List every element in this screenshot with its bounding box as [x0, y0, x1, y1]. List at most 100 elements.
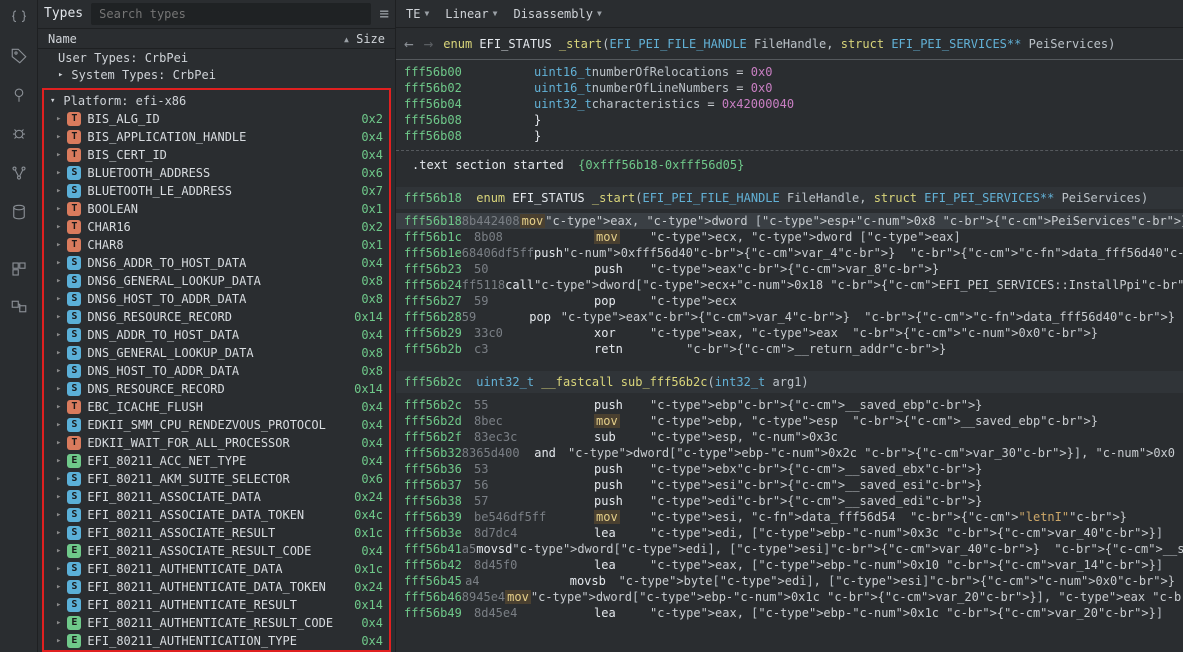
column-header[interactable]: Name ▴ Size — [38, 29, 395, 50]
kind-badge: T — [67, 202, 81, 216]
asm-line[interactable]: fff56b24ff5118call"c-type">dword ["c-typ… — [396, 277, 1183, 293]
kind-badge: S — [67, 562, 81, 576]
asm-line[interactable]: fff56b3653push"c-type">ebx "c-br">{"c-cm… — [396, 461, 1183, 477]
type-row[interactable]: ▸SDNS6_HOST_TO_ADDR_DATA0x8 — [44, 290, 389, 308]
type-row[interactable]: ▸TCHAR160x2 — [44, 218, 389, 236]
type-row[interactable]: ▸SBLUETOOTH_ADDRESS0x6 — [44, 164, 389, 182]
type-row[interactable]: ▸TBIS_APPLICATION_HANDLE0x4 — [44, 128, 389, 146]
kind-badge: S — [67, 310, 81, 324]
system-types-node[interactable]: ▸System Types: CrbPei — [38, 67, 395, 84]
col-name[interactable]: Name — [48, 32, 343, 46]
code-view[interactable]: fff56b00uint16_t numberOfRelocations = 0… — [396, 60, 1183, 621]
col-size[interactable]: Size — [356, 32, 385, 46]
asm-line[interactable]: fff56b428d45f0lea"c-type">eax, ["c-type"… — [396, 557, 1183, 573]
asm-line[interactable]: fff56b2bc3retn "c-br">{"c-cm">__return_a… — [396, 341, 1183, 357]
platform-node[interactable]: ▾Platform: efi-x86 — [44, 92, 389, 110]
blocks-icon[interactable] — [10, 299, 28, 320]
graph-icon[interactable] — [10, 164, 28, 185]
type-row[interactable]: ▸SEFI_80211_ASSOCIATE_DATA_TOKEN0x4c — [44, 506, 389, 524]
braces-icon[interactable] — [10, 8, 28, 29]
type-row[interactable]: ▸SEDKII_SMM_CPU_RENDEZVOUS_PROTOCOL0x4 — [44, 416, 389, 434]
menu-icon[interactable]: ≡ — [379, 4, 389, 23]
type-row[interactable]: ▸SEFI_80211_ASSOCIATE_RESULT0x1c — [44, 524, 389, 542]
type-row[interactable]: ▸TBIS_CERT_ID0x4 — [44, 146, 389, 164]
kind-badge: S — [67, 526, 81, 540]
asm-line[interactable]: fff56b2759pop"c-type">ecx — [396, 293, 1183, 309]
asm-line[interactable]: fff56b3e8d7dc4lea"c-type">edi, ["c-type"… — [396, 525, 1183, 541]
stack-icon[interactable] — [10, 260, 28, 281]
type-row[interactable]: ▸SEFI_80211_AKM_SUITE_SELECTOR0x6 — [44, 470, 389, 488]
asm-line[interactable]: fff56b3857push"c-type">edi "c-br">{"c-cm… — [396, 493, 1183, 509]
asm-line[interactable]: fff56b41a5movsd"c-type">dword ["c-type">… — [396, 541, 1183, 557]
asm-line[interactable]: fff56b39be546df5ffmov"c-type">esi, "c-fn… — [396, 509, 1183, 525]
asm-line[interactable]: fff56b498d45e4lea"c-type">eax, ["c-type"… — [396, 605, 1183, 621]
type-row[interactable]: ▸SDNS6_GENERAL_LOOKUP_DATA0x8 — [44, 272, 389, 290]
asm-line[interactable]: fff56b2933c0xor"c-type">eax, "c-type">ea… — [396, 325, 1183, 341]
kind-badge: T — [67, 238, 81, 252]
kind-badge: E — [67, 616, 81, 630]
repr-selector[interactable]: Disassembly▼ — [513, 7, 601, 21]
code-line[interactable]: fff56b02uint16_t numberOfLineNumbers = 0… — [396, 80, 1183, 96]
asm-line[interactable]: fff56b2859pop"c-type">eax "c-br">{"c-cm"… — [396, 309, 1183, 325]
kind-badge: T — [67, 400, 81, 414]
asm-line[interactable]: fff56b468945e4mov"c-type">dword ["c-type… — [396, 589, 1183, 605]
kind-badge: S — [67, 598, 81, 612]
type-row[interactable]: ▸EEFI_80211_ACC_NET_TYPE0x4 — [44, 452, 389, 470]
type-row[interactable]: ▸SEFI_80211_AUTHENTICATE_DATA_TOKEN0x24 — [44, 578, 389, 596]
nav-back-icon[interactable]: ← — [404, 34, 414, 53]
bug-icon[interactable] — [10, 125, 28, 146]
code-line[interactable]: fff56b08} — [396, 112, 1183, 128]
type-row[interactable]: ▸SEFI_80211_ASSOCIATE_DATA0x24 — [44, 488, 389, 506]
type-row[interactable]: ▸SDNS_ADDR_TO_HOST_DATA0x4 — [44, 326, 389, 344]
type-row[interactable]: ▸SEFI_80211_AUTHENTICATE_DATA0x1c — [44, 560, 389, 578]
type-row[interactable]: ▸SDNS6_RESOURCE_RECORD0x14 — [44, 308, 389, 326]
tag-icon[interactable] — [10, 47, 28, 68]
function-header: fff56b18 enum EFI_STATUS _start(EFI_PEI_… — [396, 187, 1183, 209]
sort-caret-icon: ▴ — [343, 32, 350, 46]
asm-line[interactable]: fff56b2350push"c-type">eax "c-br">{"c-cm… — [396, 261, 1183, 277]
type-row[interactable]: ▸SDNS_RESOURCE_RECORD0x14 — [44, 380, 389, 398]
asm-line[interactable]: fff56b3756push"c-type">esi "c-br">{"c-cm… — [396, 477, 1183, 493]
kind-badge: T — [67, 220, 81, 234]
kind-badge: S — [67, 184, 81, 198]
user-types-node[interactable]: User Types: CrbPei — [38, 49, 395, 66]
platform-group-highlight: ▾Platform: efi-x86 ▸TBIS_ALG_ID0x2▸TBIS_… — [42, 88, 391, 652]
asm-line[interactable]: fff56b2f83ec3csub"c-type">esp, "c-num">0… — [396, 429, 1183, 445]
kind-badge: E — [67, 454, 81, 468]
code-line[interactable]: fff56b04uint32_t characteristics = 0x420… — [396, 96, 1183, 112]
type-row[interactable]: ▸TBOOLEAN0x1 — [44, 200, 389, 218]
asm-line[interactable]: fff56b2c55push"c-type">ebp "c-br">{"c-cm… — [396, 397, 1183, 413]
disassembly-panel: TE▼ Linear▼ Disassembly▼ ← → enum EFI_ST… — [396, 0, 1183, 652]
type-row[interactable]: ▸EEFI_80211_ASSOCIATE_RESULT_CODE0x4 — [44, 542, 389, 560]
nav-fwd-icon[interactable]: → — [424, 34, 434, 53]
type-row[interactable]: ▸EEFI_80211_AUTHENTICATE_RESULT_CODE0x4 — [44, 614, 389, 632]
type-row[interactable]: ▸TEBC_ICACHE_FLUSH0x4 — [44, 398, 389, 416]
db-icon[interactable] — [10, 203, 28, 224]
kind-badge: T — [67, 112, 81, 126]
asm-line[interactable]: fff56b45a4movsb"c-type">byte ["c-type">e… — [396, 573, 1183, 589]
mode-selector[interactable]: Linear▼ — [445, 7, 497, 21]
asm-line[interactable]: fff56b328365d400and"c-type">dword ["c-ty… — [396, 445, 1183, 461]
pin-icon[interactable] — [10, 86, 28, 107]
type-row[interactable]: ▸SEFI_80211_AUTHENTICATE_RESULT0x14 — [44, 596, 389, 614]
type-row[interactable]: ▸SDNS_GENERAL_LOOKUP_DATA0x8 — [44, 344, 389, 362]
type-row[interactable]: ▸SDNS_HOST_TO_ADDR_DATA0x8 — [44, 362, 389, 380]
type-row[interactable]: ▸TEDKII_WAIT_FOR_ALL_PROCESSOR0x4 — [44, 434, 389, 452]
kind-badge: S — [67, 580, 81, 594]
code-line[interactable]: fff56b08} — [396, 128, 1183, 144]
type-row[interactable]: ▸SBLUETOOTH_LE_ADDRESS0x7 — [44, 182, 389, 200]
type-row[interactable]: ▸SDNS6_ADDR_TO_HOST_DATA0x4 — [44, 254, 389, 272]
section-header: .text section started {0xfff56b18-0xfff5… — [396, 157, 1183, 173]
code-line[interactable]: fff56b00uint16_t numberOfRelocations = 0… — [396, 64, 1183, 80]
asm-line[interactable]: fff56b188b442408mov"c-type">eax, "c-type… — [396, 213, 1183, 229]
type-row[interactable]: ▸TBIS_ALG_ID0x2 — [44, 110, 389, 128]
kind-badge: S — [67, 274, 81, 288]
asm-line[interactable]: fff56b1e68406df5ffpush"c-num">0xfff56d40… — [396, 245, 1183, 261]
asm-line[interactable]: fff56b1c8b08mov"c-type">ecx, "c-type">dw… — [396, 229, 1183, 245]
view-selector[interactable]: TE▼ — [406, 7, 429, 21]
asm-line[interactable]: fff56b2d8becmov"c-type">ebp, "c-type">es… — [396, 413, 1183, 429]
type-row[interactable]: ▸TCHAR80x1 — [44, 236, 389, 254]
kind-badge: E — [67, 634, 81, 648]
type-row[interactable]: ▸EEFI_80211_AUTHENTICATION_TYPE0x4 — [44, 632, 389, 650]
search-input[interactable] — [91, 3, 371, 25]
